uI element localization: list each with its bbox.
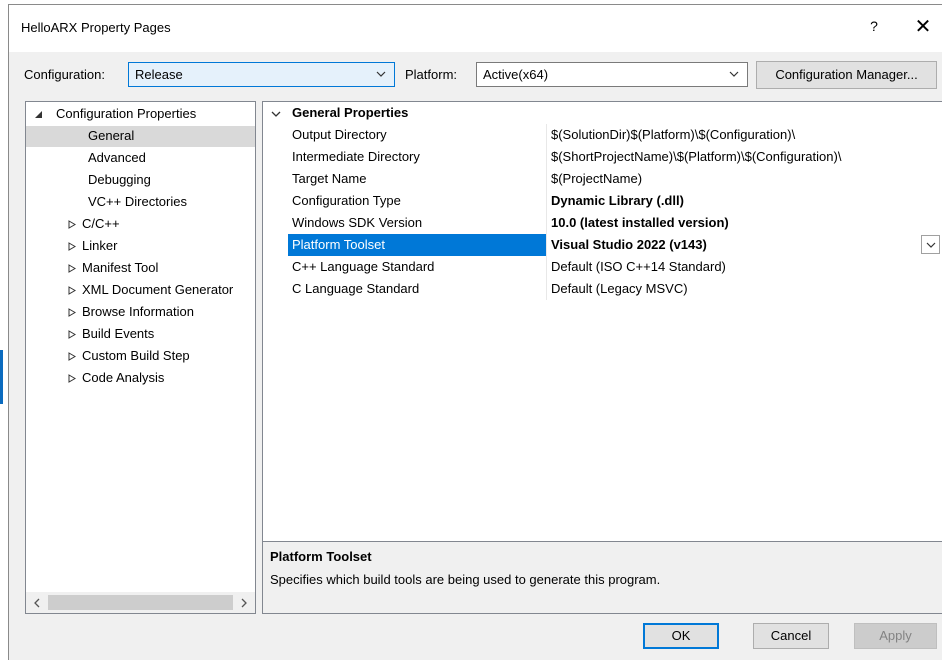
property-value: Default (ISO C++14 Standard) — [551, 259, 726, 274]
property-name: Windows SDK Version — [292, 215, 423, 230]
property-row-configuration-type[interactable]: Configuration Type Dynamic Library (.dll… — [263, 190, 942, 212]
chevron-down-icon[interactable] — [271, 109, 281, 119]
tree-item-advanced[interactable]: Advanced — [88, 148, 146, 169]
platform-select[interactable]: Active(x64) — [476, 62, 748, 87]
collapsed-triangle-icon — [68, 286, 76, 295]
property-value: Dynamic Library (.dll) — [551, 193, 684, 208]
property-name: Platform Toolset — [292, 237, 385, 252]
title-bar: HelloARX Property Pages ? ✕ — [9, 5, 942, 52]
property-row-target-name[interactable]: Target Name $(ProjectName) — [263, 168, 942, 190]
tree-item-label: Build Events — [82, 326, 155, 341]
property-name: C++ Language Standard — [292, 259, 435, 274]
chevron-down-icon — [376, 71, 386, 77]
property-pages-dialog: HelloARX Property Pages ? ✕ Configuratio… — [8, 4, 942, 660]
description-text: Specifies which build tools are being us… — [270, 572, 661, 587]
property-row-platform-toolset[interactable]: Platform Toolset Visual Studio 2022 (v14… — [263, 234, 942, 256]
scroll-right-icon[interactable] — [239, 598, 249, 608]
scroll-left-icon[interactable] — [32, 598, 42, 608]
property-name: Intermediate Directory — [292, 149, 420, 164]
tree-item-label: Linker — [82, 238, 118, 253]
configuration-select[interactable]: Release — [128, 62, 395, 87]
collapsed-triangle-icon — [68, 242, 76, 251]
chevron-down-icon — [729, 71, 739, 77]
property-name: C Language Standard — [292, 281, 420, 296]
collapsed-triangle-icon — [68, 352, 76, 361]
property-row-c-language-standard[interactable]: C Language Standard Default (Legacy MSVC… — [263, 278, 942, 300]
property-name: Target Name — [292, 171, 367, 186]
section-title: General Properties — [292, 105, 409, 120]
scrollbar-thumb[interactable] — [48, 595, 233, 610]
window-title: HelloARX Property Pages — [21, 20, 171, 35]
property-value: $(ProjectName) — [551, 171, 643, 186]
description-title: Platform Toolset — [270, 549, 372, 564]
property-value: $(ShortProjectName)\$(Platform)\$(Config… — [551, 149, 842, 164]
tree-selection-highlight — [26, 126, 255, 147]
collapsed-triangle-icon — [68, 374, 76, 383]
property-row-output-directory[interactable]: Output Directory $(SolutionDir)$(Platfor… — [263, 124, 942, 146]
property-row-windows-sdk-version[interactable]: Windows SDK Version 10.0 (latest install… — [263, 212, 942, 234]
tree-item-label: Browse Information — [82, 304, 194, 319]
property-row-intermediate-directory[interactable]: Intermediate Directory $(ShortProjectNam… — [263, 146, 942, 168]
tree-item-label: General — [88, 128, 135, 143]
tree-item-label: C/C++ — [82, 216, 120, 231]
apply-button[interactable]: Apply — [854, 623, 937, 649]
tree-item-label: Code Analysis — [82, 370, 165, 385]
property-grid: General Properties Output Directory $(So… — [262, 101, 942, 542]
collapsed-triangle-icon — [68, 330, 76, 339]
tree-item-label: Advanced — [88, 150, 146, 165]
property-description-panel: Platform Toolset Specifies which build t… — [262, 542, 942, 614]
configuration-manager-button[interactable]: Configuration Manager... — [756, 61, 937, 89]
property-name: Output Directory — [292, 127, 387, 142]
platform-value: Active(x64) — [483, 67, 549, 82]
property-value: $(SolutionDir)$(Platform)\$(Configuratio… — [551, 127, 796, 142]
help-button[interactable]: ? — [867, 18, 881, 36]
tree-item-label: Configuration Properties — [56, 106, 197, 121]
property-row-cpp-language-standard[interactable]: C++ Language Standard Default (ISO C++14… — [263, 256, 942, 278]
cancel-button[interactable]: Cancel — [753, 623, 829, 649]
ok-button[interactable]: OK — [643, 623, 719, 649]
tree-item-label: Manifest Tool — [82, 260, 159, 275]
property-value: Default (Legacy MSVC) — [551, 281, 688, 296]
collapsed-triangle-icon — [68, 308, 76, 317]
expanded-triangle-icon — [35, 111, 42, 118]
tree-item-general[interactable]: General — [88, 126, 134, 147]
tree-horizontal-scrollbar[interactable] — [26, 592, 255, 613]
tree-item-label: XML Document Generator — [82, 282, 234, 297]
configuration-value: Release — [135, 67, 183, 82]
property-tree: Configuration Properties General Advance… — [25, 101, 256, 614]
tree-item-vc-directories[interactable]: VC++ Directories — [88, 192, 187, 213]
collapsed-triangle-icon — [68, 264, 76, 273]
tree-item-label: Debugging — [88, 172, 151, 187]
section-header-general-properties[interactable]: General Properties — [263, 102, 942, 124]
chevron-down-icon — [926, 242, 936, 248]
tree-item-label: VC++ Directories — [88, 194, 187, 209]
close-button[interactable]: ✕ — [913, 16, 933, 38]
property-value: Visual Studio 2022 (v143) — [551, 237, 707, 252]
configuration-label: Configuration: — [24, 67, 105, 82]
property-name: Configuration Type — [292, 193, 401, 208]
platform-label: Platform: — [405, 67, 458, 82]
window-edge-accent — [0, 350, 3, 404]
property-value: 10.0 (latest installed version) — [551, 215, 729, 230]
platform-toolset-dropdown-button[interactable] — [921, 235, 940, 254]
collapsed-triangle-icon — [68, 220, 76, 229]
tree-item-debugging[interactable]: Debugging — [88, 170, 151, 191]
tree-item-label: Custom Build Step — [82, 348, 190, 363]
